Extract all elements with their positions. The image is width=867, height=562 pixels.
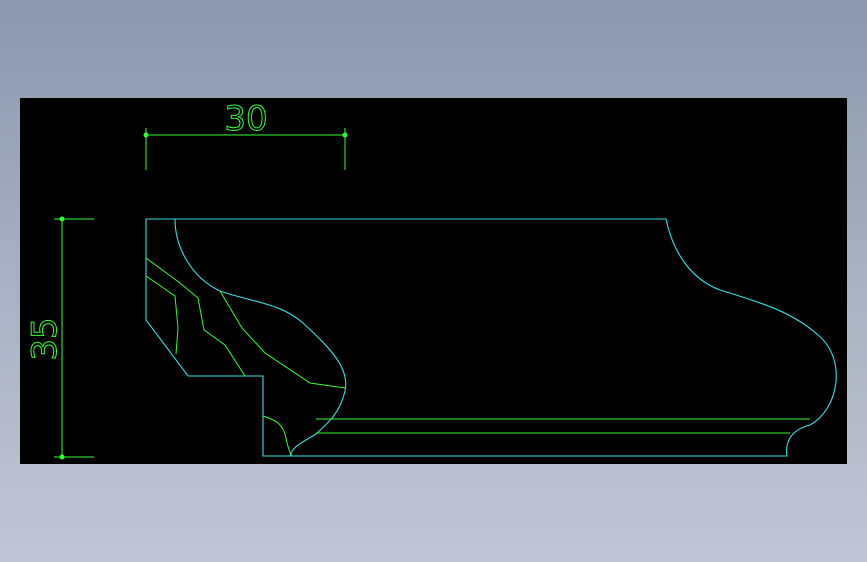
profile-left-cove (174, 218, 347, 457)
molding-profile (145, 218, 837, 457)
hatch-line-4 (262, 415, 293, 457)
hatch-line-2 (145, 275, 179, 355)
horizontal-dimension-tick-left (143, 132, 149, 138)
horizontal-dimension-tick-right (342, 132, 348, 138)
vertical-dimension-tick-bottom (59, 454, 65, 460)
drawing-viewport[interactable]: 30 35 (20, 98, 847, 464)
cad-drawing: 30 35 (25, 99, 837, 460)
vertical-dimension-tick-top (59, 216, 65, 222)
detail-lines (145, 257, 810, 457)
hatch-line-3 (219, 290, 346, 389)
vertical-dimension-text: 35 (25, 317, 65, 360)
hatch-line-1 (145, 257, 246, 377)
profile-outer-outline (145, 218, 837, 457)
vertical-dimension: 35 (25, 216, 94, 460)
horizontal-dimension-text: 30 (224, 99, 267, 139)
horizontal-dimension: 30 (143, 99, 348, 170)
